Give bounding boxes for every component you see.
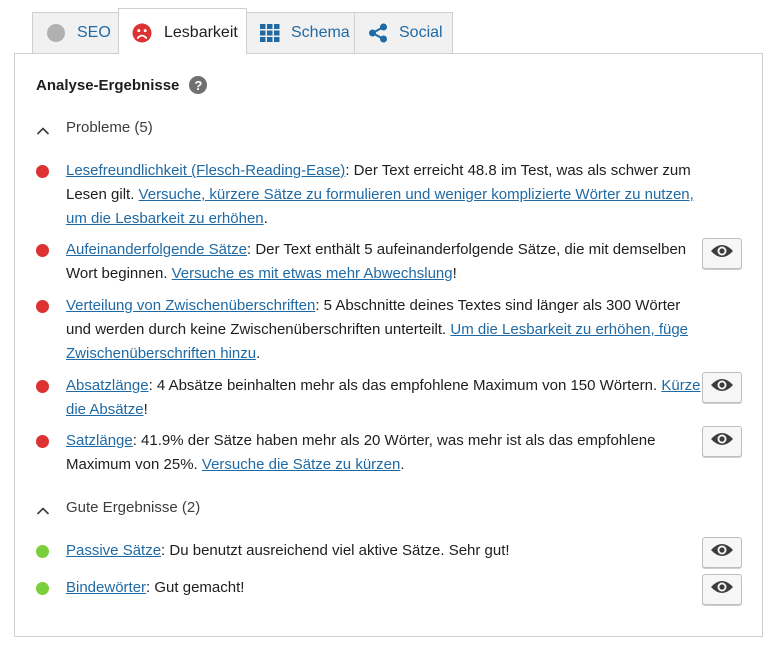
result-end: .	[263, 210, 268, 227]
result-end: !	[143, 401, 148, 418]
result-text: Absatzlänge: 4 Absätze beinhalten mehr a…	[66, 374, 706, 422]
analysis-title: Analyse-Ergebnisse	[36, 76, 180, 94]
good-marker-icon	[36, 545, 49, 558]
eye-icon	[710, 431, 734, 452]
result-link[interactable]: Lesefreundlichkeit (Flesch-Reading-Ease)	[66, 162, 345, 179]
result-link[interactable]: Absatzlänge	[66, 377, 149, 394]
eye-icon	[710, 542, 734, 563]
result-link[interactable]: Passive Sätze	[66, 542, 161, 559]
result-text: Lesefreundlichkeit (Flesch-Reading-Ease)…	[66, 159, 706, 231]
eye-icon	[710, 579, 734, 600]
result-action-link[interactable]: Versuche, kürzere Sätze zu formulieren u…	[66, 186, 694, 227]
help-icon[interactable]: ?	[189, 76, 208, 94]
result-description: : 4 Absätze beinhalten mehr als das empf…	[148, 377, 662, 394]
tab-label: Schema	[291, 24, 350, 41]
sad-face-icon	[132, 22, 152, 44]
result-item: Verteilung von Zwischenüberschriften: 5 …	[36, 294, 742, 366]
result-link[interactable]: Verteilung von Zwischenüberschriften	[66, 297, 315, 314]
result-item: Passive Sätze: Du benutzt ausreichend vi…	[36, 537, 742, 571]
result-text: Passive Sätze: Du benutzt ausreichend vi…	[66, 539, 706, 563]
result-item: Lesefreundlichkeit (Flesch-Reading-Ease)…	[36, 159, 742, 231]
result-text: Satzlänge: 41.9% der Sätze haben mehr al…	[66, 429, 706, 477]
result-link[interactable]: Aufeinanderfolgende Sätze	[66, 241, 247, 258]
problems-label: Probleme (5)	[66, 119, 153, 136]
result-item: Bindewörter: Gut gemacht!	[36, 574, 742, 608]
grid-icon	[260, 22, 280, 44]
bad-marker-icon	[36, 165, 49, 178]
chevron-up-icon	[36, 503, 50, 515]
tab-label: Lesbarkeit	[164, 23, 238, 41]
result-text: Verteilung von Zwischenüberschriften: 5 …	[66, 294, 706, 366]
good-marker-icon	[36, 582, 49, 595]
bad-marker-icon	[36, 244, 49, 257]
highlight-button[interactable]	[702, 238, 742, 269]
analysis-heading: Analyse-Ergebnisse ?	[36, 76, 208, 94]
tab-schema[interactable]: Schema	[246, 12, 355, 53]
analysis-panel: Analyse-Ergebnisse ? Probleme (5) Lesefr…	[14, 53, 763, 637]
eye-icon	[710, 243, 734, 264]
tab-social[interactable]: Social	[354, 12, 453, 53]
tab-label: Social	[399, 24, 443, 41]
eye-icon	[710, 377, 734, 398]
grey-circle-icon	[46, 22, 66, 44]
bad-marker-icon	[36, 380, 49, 393]
result-item: Aufeinanderfolgende Sätze: Der Text enth…	[36, 238, 742, 286]
result-end: .	[256, 345, 261, 362]
result-end: .	[400, 456, 405, 473]
bad-marker-icon	[36, 435, 49, 448]
bad-marker-icon	[36, 300, 49, 313]
result-item: Satzlänge: 41.9% der Sätze haben mehr al…	[36, 426, 742, 477]
share-icon	[368, 22, 388, 44]
highlight-button[interactable]	[702, 426, 742, 457]
highlight-button[interactable]	[702, 372, 742, 403]
result-link[interactable]: Satzlänge	[66, 432, 133, 449]
tab-lesbarkeit[interactable]: Lesbarkeit	[118, 8, 247, 54]
result-item: Absatzlänge: 4 Absätze beinhalten mehr a…	[36, 372, 742, 422]
result-text: Aufeinanderfolgende Sätze: Der Text enth…	[66, 238, 706, 286]
problems-toggle[interactable]: Probleme (5)	[36, 119, 153, 136]
tab-label: SEO	[77, 24, 111, 41]
highlight-button[interactable]	[702, 574, 742, 605]
good-results-label: Gute Ergebnisse (2)	[66, 499, 201, 516]
tab-seo[interactable]: SEO	[32, 12, 119, 53]
chevron-up-icon	[36, 123, 50, 135]
result-link[interactable]: Bindewörter	[66, 579, 146, 596]
tab-bar: SEO Lesbarkeit Schema Social	[0, 0, 773, 54]
result-description: : Du benutzt ausreichend viel aktive Sät…	[161, 542, 510, 559]
result-text: Bindewörter: Gut gemacht!	[66, 576, 706, 600]
good-results-toggle[interactable]: Gute Ergebnisse (2)	[36, 499, 200, 516]
result-action-link[interactable]: Versuche die Sätze zu kürzen	[202, 456, 400, 473]
result-action-link[interactable]: Versuche es mit etwas mehr Abwechslung	[172, 265, 453, 282]
result-description: : Gut gemacht!	[146, 579, 245, 596]
highlight-button[interactable]	[702, 537, 742, 568]
result-end: !	[452, 265, 457, 282]
